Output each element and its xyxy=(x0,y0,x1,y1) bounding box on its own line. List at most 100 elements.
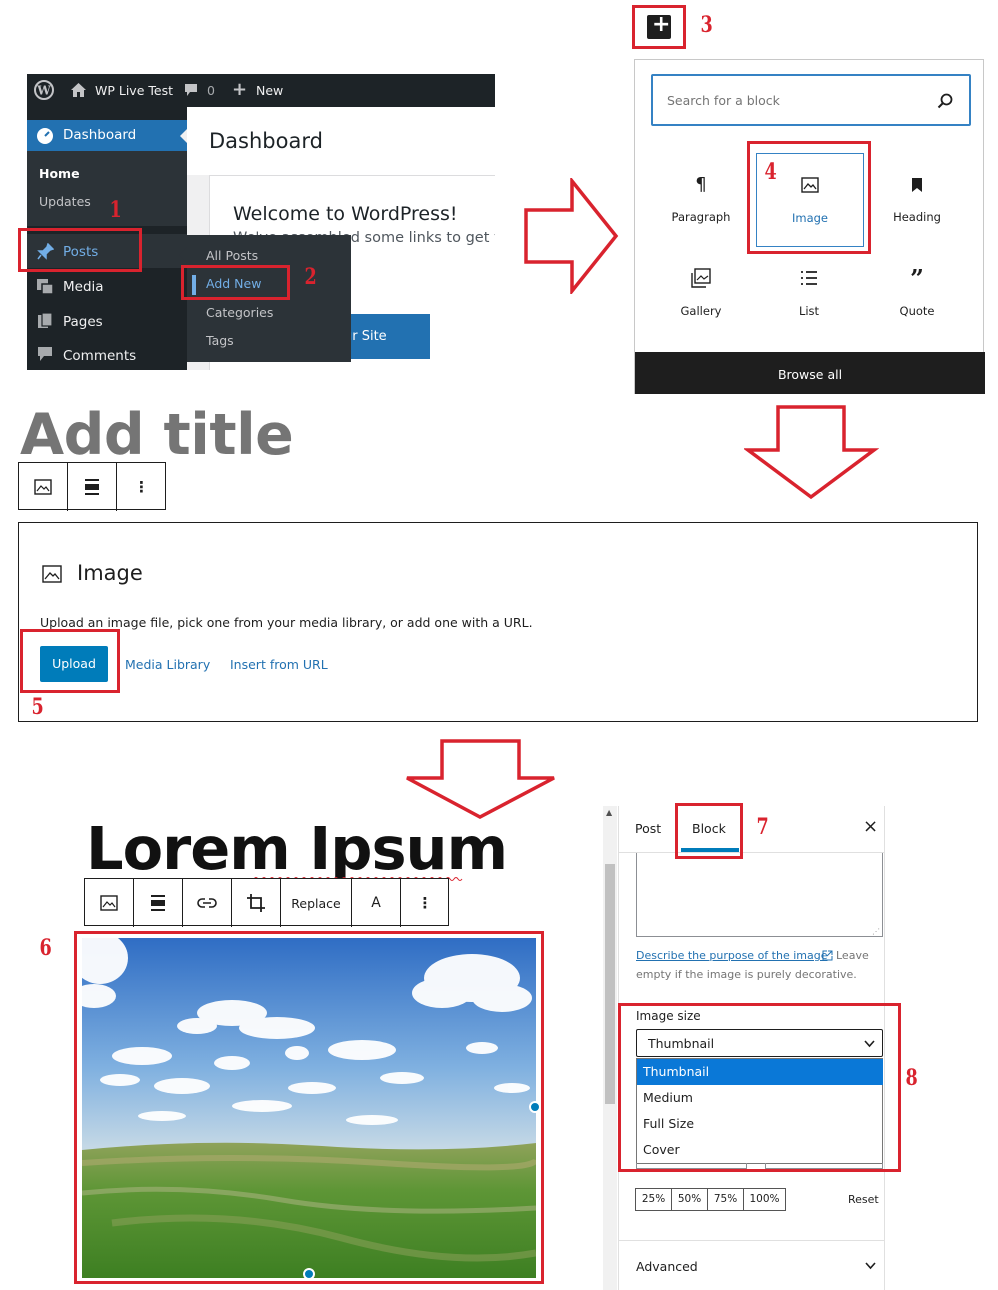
browse-all-button[interactable]: Browse all xyxy=(635,352,985,394)
step-number-5: 5 xyxy=(31,694,44,720)
block-label: Gallery xyxy=(680,304,722,318)
highlight-posts xyxy=(18,228,142,272)
panel-divider xyxy=(619,1240,884,1241)
sidebar-item-label: Pages xyxy=(63,314,103,330)
flyout-item-categories[interactable]: Categories xyxy=(206,305,273,320)
placeholder-instructions: Upload an image file, pick one from your… xyxy=(40,615,533,630)
scrollbar-thumb[interactable] xyxy=(605,864,615,1104)
scale-label: 100% xyxy=(749,1193,780,1205)
sidebar-item-dashboard[interactable]: Dashboard xyxy=(27,120,188,151)
step-number-2: 2 xyxy=(304,264,317,290)
media-library-button[interactable]: Media Library xyxy=(125,657,210,672)
sidebar-item-label: Dashboard xyxy=(63,127,137,143)
flyout-item-all-posts[interactable]: All Posts xyxy=(206,248,258,263)
image-placeholder-block: Image Upload an image file, pick one fro… xyxy=(18,522,978,722)
paragraph-icon: ¶ xyxy=(695,174,707,195)
crop-button[interactable] xyxy=(232,879,281,927)
plus-icon: + xyxy=(652,12,671,37)
vertical-ellipsis-icon: ⋮ xyxy=(417,894,433,912)
post-title-placeholder[interactable]: Add title xyxy=(20,402,294,468)
arrow-down-icon xyxy=(406,739,555,819)
post-title[interactable]: Lorem Ipsum xyxy=(86,814,508,883)
align-button[interactable] xyxy=(134,879,183,927)
image-icon xyxy=(100,895,118,911)
more-options-button[interactable]: ⋮ xyxy=(117,463,166,511)
admin-toolbar: W WP Live Test 0 + New xyxy=(27,74,495,107)
block-type-button[interactable] xyxy=(19,463,68,511)
highlight-add-new xyxy=(181,265,290,300)
submenu-item-updates[interactable]: Updates xyxy=(39,194,91,209)
list-icon xyxy=(801,271,817,285)
home-icon xyxy=(71,83,86,97)
add-block-button[interactable]: + xyxy=(647,12,671,39)
block-label: Quote xyxy=(899,304,935,318)
replace-button[interactable]: Replace xyxy=(281,879,352,927)
advanced-panel-title[interactable]: Advanced xyxy=(636,1259,698,1274)
admin-header: Dashboard xyxy=(187,107,495,175)
block-item-list[interactable]: List xyxy=(756,250,862,340)
block-type-button[interactable] xyxy=(85,879,134,927)
site-name-link[interactable]: WP Live Test xyxy=(95,83,173,98)
svg-text:W: W xyxy=(36,84,51,98)
block-item-quote[interactable]: ” Quote xyxy=(864,250,970,340)
editor-scrollbar[interactable]: ▲ xyxy=(603,806,617,1290)
wordpress-logo-icon[interactable]: W xyxy=(34,80,54,100)
browse-all-label: Browse all xyxy=(777,367,843,382)
align-center-icon xyxy=(151,895,165,911)
block-item-gallery[interactable]: Gallery xyxy=(648,250,754,340)
dashboard-gauge-icon xyxy=(37,128,53,144)
alt-text-textarea[interactable]: ⋰ xyxy=(636,853,883,937)
sidebar-item-pages[interactable]: Pages xyxy=(27,304,187,338)
align-center-icon xyxy=(85,479,99,495)
flyout-item-tags[interactable]: Tags xyxy=(206,333,234,348)
scale-100-button[interactable]: 100% xyxy=(743,1188,786,1211)
sidebar-item-media[interactable]: Media xyxy=(27,269,187,303)
dashboard-submenu: Home Updates xyxy=(27,151,187,226)
comments-icon xyxy=(38,347,52,361)
insert-from-url-button[interactable]: Insert from URL xyxy=(230,657,328,672)
link-icon xyxy=(197,898,217,908)
comment-bubble-icon[interactable] xyxy=(184,83,198,97)
sidebar-item-label: Comments xyxy=(63,348,137,364)
new-link[interactable]: New xyxy=(256,83,283,98)
resize-grip-icon: ⋰ xyxy=(872,927,880,936)
arrow-down-icon xyxy=(744,405,879,500)
chevron-down-icon xyxy=(865,1262,876,1270)
highlight-block-tab xyxy=(675,803,743,859)
sidebar-item-comments[interactable]: Comments xyxy=(27,338,187,370)
sidebar-item-label: Media xyxy=(63,279,104,295)
media-icon xyxy=(37,279,54,295)
highlight-image-block xyxy=(747,141,871,254)
scale-25-button[interactable]: 25% xyxy=(635,1188,672,1211)
block-item-heading[interactable]: Heading xyxy=(864,156,970,246)
scale-75-button[interactable]: 75% xyxy=(707,1188,744,1211)
text-overlay-button[interactable]: A xyxy=(352,879,401,927)
gallery-icon xyxy=(691,268,711,288)
scroll-up-icon[interactable]: ▲ xyxy=(606,808,612,817)
block-label: List xyxy=(798,304,820,318)
alt-help-text: Leave xyxy=(836,949,869,962)
step-number-3: 3 xyxy=(700,12,713,38)
link-button[interactable] xyxy=(183,879,232,927)
align-button[interactable] xyxy=(68,463,117,511)
tab-post[interactable]: Post xyxy=(635,821,661,836)
scale-label: 25% xyxy=(641,1193,666,1205)
external-link-icon xyxy=(822,950,833,961)
step-number-8: 8 xyxy=(905,1065,918,1091)
reset-button[interactable]: Reset xyxy=(848,1193,879,1206)
crop-icon xyxy=(247,894,265,912)
arrow-right-icon xyxy=(524,178,619,294)
close-icon[interactable]: × xyxy=(863,816,878,837)
scale-50-button[interactable]: 50% xyxy=(671,1188,708,1211)
quote-icon: ” xyxy=(910,264,924,293)
block-item-paragraph[interactable]: ¶ Paragraph xyxy=(648,156,754,246)
block-search-input[interactable] xyxy=(667,88,927,112)
image-block-toolbar: Replace A ⋮ xyxy=(84,878,449,927)
submenu-item-home[interactable]: Home xyxy=(39,166,80,181)
block-search-field[interactable] xyxy=(651,74,971,126)
more-options-button[interactable]: ⋮ xyxy=(401,879,449,927)
describe-image-link[interactable]: Describe the purpose of the image xyxy=(636,949,828,962)
scale-label: 50% xyxy=(677,1193,702,1205)
plus-icon: + xyxy=(232,79,248,100)
customize-site-button[interactable]: ur Site xyxy=(340,314,430,359)
